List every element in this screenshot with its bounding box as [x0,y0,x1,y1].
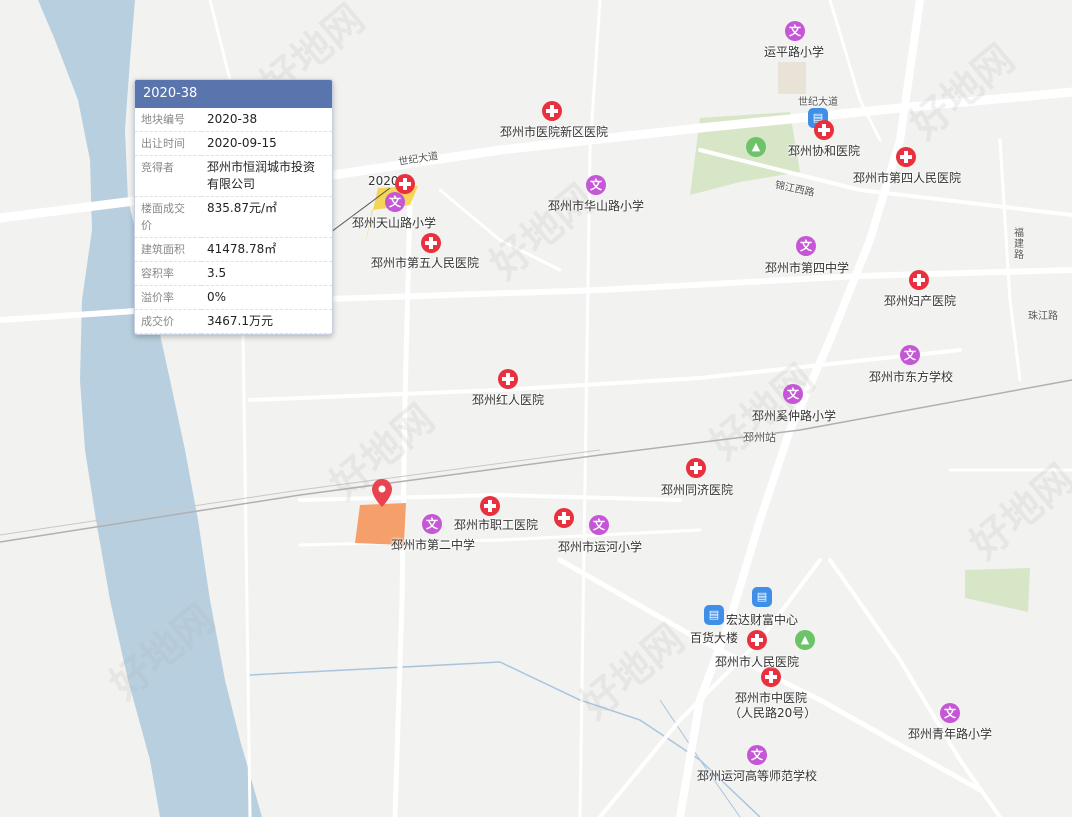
poi-label: 邳州市第五人民医院 [371,256,480,270]
shopping-bag-icon[interactable]: ▤ [704,605,724,625]
hospital-cross-icon[interactable] [761,667,781,687]
hospital-cross-icon[interactable] [814,120,834,140]
popup-table: 地块编号 2020-38 出让时间 2020-09-15 竞得者 邳州市恒润城市投资有限公… [135,108,332,334]
popup-row: 溢价率 0% [135,285,332,310]
popup-row: 竞得者 邳州市恒润城市投资有限公司 [135,155,332,197]
popup-row-key: 容积率 [135,261,201,286]
poi-label: 运平路小学 [764,45,825,59]
school-wen-icon[interactable]: 文 [783,384,803,404]
popup-row: 楼面成交价 835.87元/㎡ [135,196,332,238]
hospital-cross-icon[interactable] [686,458,706,478]
hospital-cross-icon[interactable] [395,174,415,194]
school-wen-icon[interactable]: 文 [422,514,442,534]
park-mountain-icon[interactable]: ▲ [795,630,815,650]
poi-label: 邳州协和医院 [788,144,861,158]
poi-label: 邳州红人医院 [472,393,545,407]
poi-label: （人民路20号） [729,706,817,720]
hospital-cross-icon[interactable] [909,270,929,290]
poi-label: 邳州市第四人民医院 [853,171,962,185]
popup-row-key: 地块编号 [135,108,201,132]
poi-label: 邳州市第四中学 [765,261,850,275]
hospital-cross-icon[interactable] [480,496,500,516]
hospital-cross-icon[interactable] [542,101,562,121]
poi-label: 邳州青年路小学 [908,727,993,741]
hospital-cross-icon[interactable] [498,369,518,389]
poi-label: 邳州同济医院 [661,483,734,497]
poi-label: 邳州天山路小学 [352,216,437,230]
popup-row-key: 溢价率 [135,285,201,310]
road-label: 世纪大道 [798,97,838,108]
poi-label: 邳州市医院新区医院 [500,125,609,139]
popup-row-value: 41478.78㎡ [201,237,332,262]
hospital-cross-icon[interactable] [896,147,916,167]
hospital-cross-icon[interactable] [421,233,441,253]
school-wen-icon[interactable]: 文 [586,175,606,195]
school-wen-icon[interactable]: 文 [796,236,816,256]
road-label: 珠江路 [1028,311,1058,322]
popup-row: 地块编号 2020-38 [135,108,332,132]
poi-label: 邳州市第二中学 [391,538,476,552]
popup-row-key: 建筑面积 [135,237,201,262]
poi-label: 邳州奚仲路小学 [752,409,837,423]
popup-row-value: 0% [201,285,332,310]
school-wen-icon[interactable]: 文 [747,745,767,765]
shopping-bag-icon[interactable]: ▤ [752,587,772,607]
school-wen-icon[interactable]: 文 [589,515,609,535]
popup-row: 出让时间 2020-09-15 [135,131,332,156]
building-block [778,62,806,94]
popup-row-value: 邳州市恒润城市投资有限公司 [201,155,332,197]
hospital-cross-icon[interactable] [554,508,574,528]
poi-label: 邳州市职工医院 [454,518,539,532]
school-wen-icon[interactable]: 文 [940,703,960,723]
popup-row: 建筑面积 41478.78㎡ [135,237,332,262]
popup-row-key: 楼面成交价 [135,196,201,238]
parcel-info-popup[interactable]: 2020-38 地块编号 2020-38 出让时间 2020-09-15 竞得者 邳州市恒… [134,79,333,335]
popup-row: 容积率 3.5 [135,261,332,286]
popup-row-value: 3467.1万元 [201,309,332,334]
popup-row-value: 3.5 [201,261,332,286]
poi-label: 百货大楼 [690,631,739,645]
popup-row-value: 835.87元/㎡ [201,196,332,238]
poi-label: 邳州市人民医院 [715,655,800,669]
park-mountain-icon[interactable]: ▲ [746,137,766,157]
poi-label: 宏达财富中心 [726,613,799,627]
popup-row: 成交价 3467.1万元 [135,309,332,334]
poi-label: 邳州妇产医院 [884,294,957,308]
school-wen-icon[interactable]: 文 [785,21,805,41]
poi-label: 邳州市运河小学 [558,540,643,554]
popup-row-value: 2020-09-15 [201,131,332,156]
popup-row-value: 2020-38 [201,108,332,132]
poi-label: 邳州市华山路小学 [548,199,645,213]
station-label: 邳州站 [743,431,776,444]
hospital-cross-icon[interactable] [747,630,767,650]
school-wen-icon[interactable]: 文 [385,192,405,212]
school-wen-icon[interactable]: 文 [900,345,920,365]
popup-row-key: 成交价 [135,309,201,334]
popup-row-key: 出让时间 [135,131,201,156]
road-label: 福建路 [1014,228,1024,261]
parcel-label: 2020 [368,174,399,188]
poi-label: 邳州市东方学校 [869,370,954,384]
poi-label: 邳州运河高等师范学校 [697,769,818,783]
poi-label: 邳州市中医院 [735,691,808,705]
popup-row-key: 竞得者 [135,155,201,197]
popup-title: 2020-38 [135,80,332,108]
